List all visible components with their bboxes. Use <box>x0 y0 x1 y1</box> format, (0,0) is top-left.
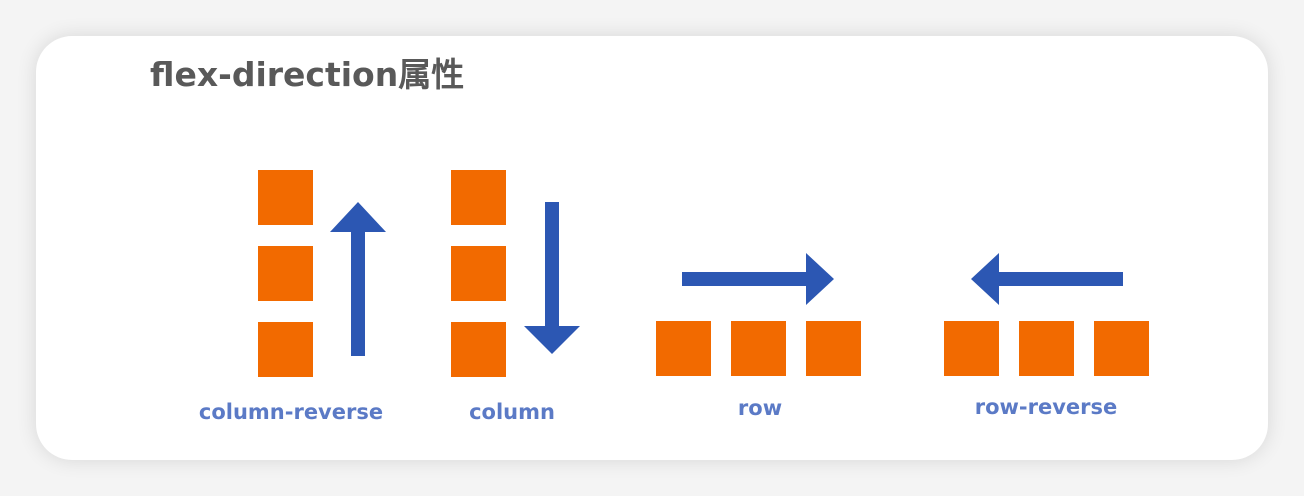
flex-item-square <box>258 170 313 225</box>
flex-item-square <box>258 246 313 301</box>
flex-item-square <box>258 322 313 377</box>
flex-item-square <box>451 246 506 301</box>
arrow-right-icon <box>682 253 834 305</box>
flex-item-square <box>944 321 999 376</box>
flex-item-square <box>731 321 786 376</box>
arrow-up-icon <box>330 202 386 356</box>
label-row-reverse: row-reverse <box>974 395 1118 419</box>
label-column-reverse: column-reverse <box>198 400 384 424</box>
flex-item-square <box>656 321 711 376</box>
arrow-left-icon <box>971 253 1123 305</box>
arrow-down-icon <box>524 202 580 354</box>
diagram-card: flex-direction属性 column-reverse column r… <box>36 36 1268 460</box>
flex-item-square <box>451 322 506 377</box>
flex-item-square <box>1094 321 1149 376</box>
label-row: row <box>737 396 783 420</box>
label-column: column <box>469 400 555 424</box>
flex-item-square <box>1019 321 1074 376</box>
flex-item-square <box>451 170 506 225</box>
page-title: flex-direction属性 <box>150 55 465 94</box>
flex-item-square <box>806 321 861 376</box>
